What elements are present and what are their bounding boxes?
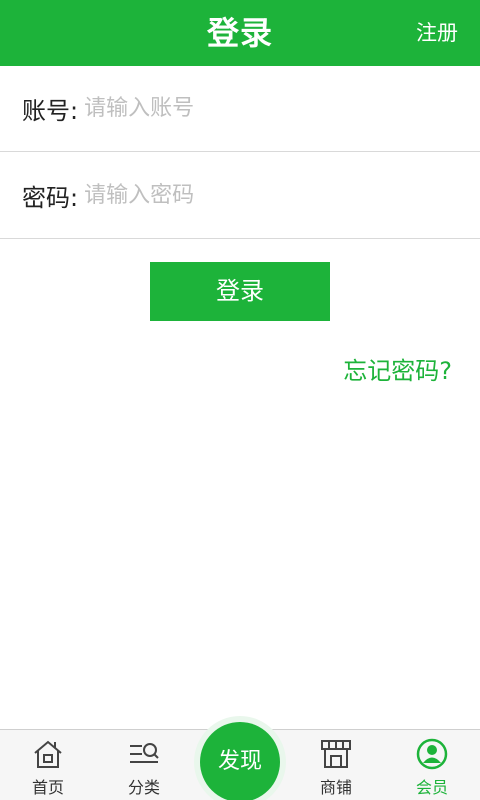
tab-home[interactable]: 首页 xyxy=(0,730,96,800)
tab-category-label: 分类 xyxy=(127,778,160,797)
tab-shop[interactable]: 商铺 xyxy=(288,730,384,800)
tab-home-label: 首页 xyxy=(31,778,64,797)
tab-shop-label: 商铺 xyxy=(319,778,352,797)
account-input[interactable] xyxy=(78,78,460,139)
account-label: 账号: xyxy=(22,97,79,125)
password-row: 密码: xyxy=(0,153,480,239)
member-icon xyxy=(416,738,448,770)
tab-member-label: 会员 xyxy=(415,778,448,797)
forgot-password-link[interactable]: 忘记密码? xyxy=(343,352,452,390)
top-bar: 登录 注册 xyxy=(0,0,480,66)
tab-member[interactable]: 会员 xyxy=(384,730,480,800)
register-link[interactable]: 注册 xyxy=(416,0,458,66)
password-input[interactable] xyxy=(78,165,460,226)
home-icon xyxy=(34,740,62,768)
login-button[interactable]: 登录 xyxy=(150,262,330,321)
shop-icon xyxy=(321,740,351,768)
discover-button[interactable]: 发现 xyxy=(194,716,286,800)
discover-label: 发现 xyxy=(200,722,280,800)
login-screen: 登录 注册 账号: 密码: 登录 忘记密码? 首页 xyxy=(0,0,480,800)
tab-category[interactable]: 分类 xyxy=(96,730,192,800)
password-label: 密码: xyxy=(22,184,79,212)
account-row: 账号: xyxy=(0,66,480,152)
category-icon xyxy=(130,743,159,763)
page-title: 登录 xyxy=(206,14,273,52)
